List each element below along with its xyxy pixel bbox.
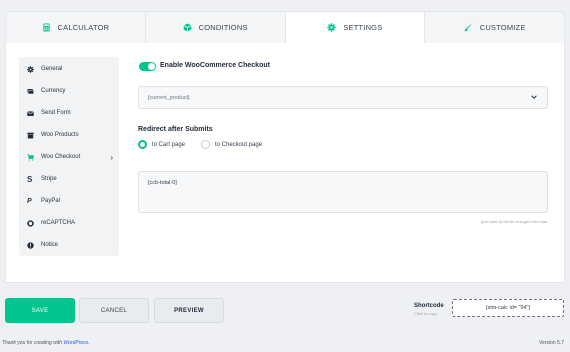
tab-customize-label: CUSTOMIZE xyxy=(479,23,526,32)
cart-icon xyxy=(27,153,34,161)
paypal-icon: P xyxy=(27,197,32,205)
sidebar-item-general[interactable]: General xyxy=(19,58,119,80)
footer-version: Version 5.7 xyxy=(538,340,564,346)
calculator-icon xyxy=(42,23,50,32)
tab-customize[interactable]: CUSTOMIZE xyxy=(425,12,564,43)
cancel-button[interactable]: CANCEL xyxy=(79,298,149,323)
shortcode-subtitle: Click to copy xyxy=(414,311,437,316)
tab-settings-label: SETTINGS xyxy=(343,23,383,32)
top-tabs: CALCULATOR CONDITIONS SETTINGS CUSTOMIZE xyxy=(5,11,565,43)
total-textarea[interactable]: [ccb-total-0] xyxy=(138,171,548,213)
chevron-down-icon xyxy=(531,95,537,99)
radio-button[interactable] xyxy=(201,140,210,149)
money-icon xyxy=(27,88,34,94)
sidebar-item-label: Woo Products xyxy=(41,132,79,138)
sidebar-item-label: Stripe xyxy=(41,176,57,182)
radio-label: to Checkout page xyxy=(215,141,263,148)
redirect-title: Redirect after Submits xyxy=(138,126,213,133)
shortcode-title: Shortcode xyxy=(414,303,444,309)
tab-calculator-label: CALCULATOR xyxy=(57,23,110,32)
enable-checkout-label: Enable WooCommerce Checkout xyxy=(160,62,270,69)
toggle-knob xyxy=(148,63,155,70)
sidebar-item-send-form[interactable]: Send Form xyxy=(19,102,119,124)
exclamation-icon xyxy=(27,241,34,249)
radio-cart-page[interactable]: to Cart page xyxy=(138,140,185,149)
tab-settings[interactable]: SETTINGS xyxy=(285,12,426,43)
radio-button[interactable] xyxy=(138,140,147,149)
sidebar-item-woo-checkout[interactable]: Woo Checkout › xyxy=(19,146,119,168)
tab-conditions-label: CONDITIONS xyxy=(198,23,248,32)
cube-icon xyxy=(183,23,192,32)
sidebar-item-currency[interactable]: Currency xyxy=(19,80,119,102)
sidebar-item-woo-products[interactable]: Woo Products xyxy=(19,124,119,146)
product-select-value: [current_product] xyxy=(148,94,190,101)
sidebar-item-label: Send Form xyxy=(41,110,71,116)
sidebar-item-label: reCAPTCHA xyxy=(41,220,76,226)
wordpress-link[interactable]: WordPress xyxy=(63,340,88,346)
tab-calculator[interactable]: CALCULATOR xyxy=(6,12,146,43)
sidebar-item-label: PayPal xyxy=(41,198,61,204)
shortcode-copy-box[interactable]: [stm-calc id= "94"] xyxy=(452,299,564,317)
total-text: [ccb-total-0] xyxy=(148,180,177,186)
gear-icon xyxy=(27,65,34,73)
sidebar-item-label: Woo Checkout xyxy=(41,154,81,160)
footer-thanks-text: Thank you for creating with xyxy=(2,340,64,346)
enable-checkout-toggle[interactable] xyxy=(139,62,156,71)
sidebar-item-label: Currency xyxy=(41,88,66,94)
footer-thanks: Thank you for creating with WordPress. xyxy=(2,340,90,346)
sidebar-item-notice[interactable]: Notice xyxy=(19,234,119,256)
radio-label: to Cart page xyxy=(152,141,186,148)
preview-button[interactable]: PREVIEW xyxy=(154,298,224,323)
gear-icon xyxy=(327,23,337,32)
sidebar-item-paypal[interactable]: P PayPal xyxy=(19,190,119,212)
tab-conditions[interactable]: CONDITIONS xyxy=(146,12,286,43)
stripe-icon: S xyxy=(27,174,33,184)
chevron-right-icon: › xyxy=(110,152,113,162)
product-select[interactable]: [current_product] xyxy=(138,86,548,109)
recaptcha-icon xyxy=(27,219,34,227)
total-hint: [ccb-total-0] will be changed into total xyxy=(481,219,547,224)
radio-checkout-page[interactable]: to Checkout page xyxy=(201,140,262,149)
sidebar-item-label: Notice xyxy=(41,242,59,248)
box-icon xyxy=(27,132,34,138)
settings-sidebar: General Currency Send Form Woo Products … xyxy=(19,57,119,256)
envelope-icon xyxy=(27,110,34,116)
sidebar-item-stripe[interactable]: S Stripe xyxy=(19,168,119,190)
brush-icon xyxy=(464,23,473,32)
sidebar-item-label: General xyxy=(41,66,63,72)
sidebar-item-recaptcha[interactable]: reCAPTCHA xyxy=(19,212,119,234)
save-button[interactable]: SAVE xyxy=(5,298,75,323)
